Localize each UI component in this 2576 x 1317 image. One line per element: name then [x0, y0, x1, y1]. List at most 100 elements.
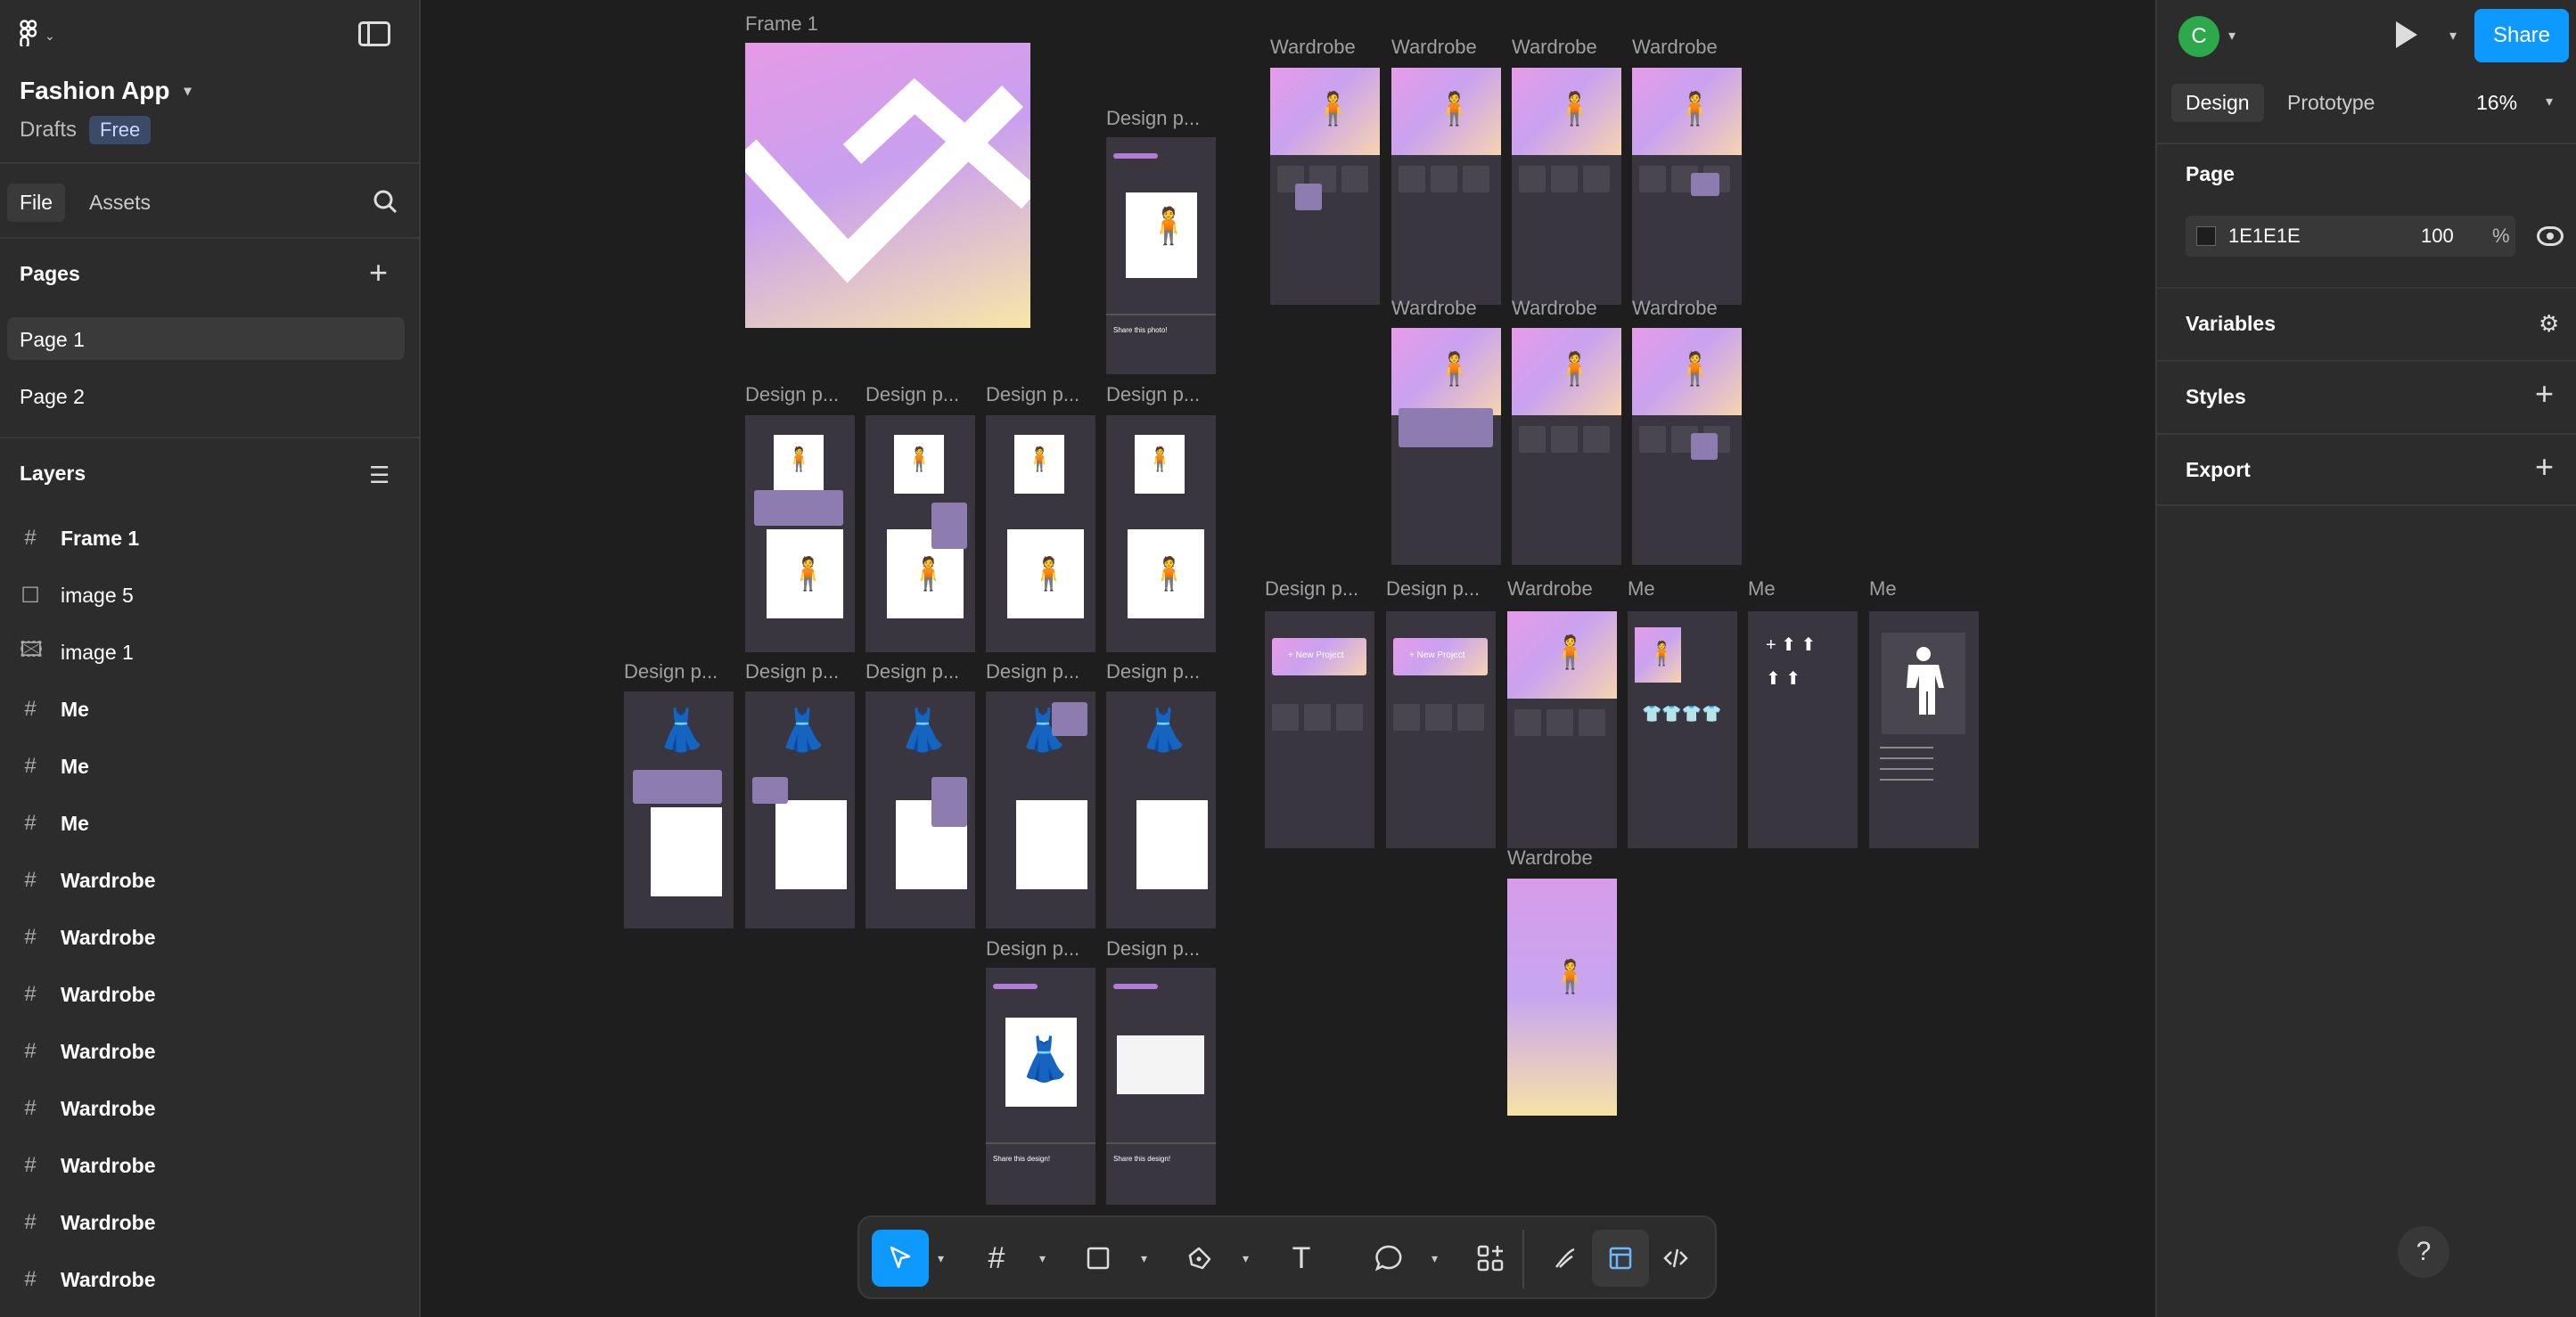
frame-label[interactable]: Frame 1: [745, 12, 818, 36]
add-page-icon[interactable]: +: [369, 257, 388, 289]
wardrobe-frame[interactable]: 🧍: [1507, 611, 1617, 848]
tab-assets[interactable]: Assets: [77, 184, 163, 222]
frame-label[interactable]: Wardrobe: [1507, 577, 1593, 601]
layer-item[interactable]: ☐ image 5: [20, 577, 134, 613]
frame-label[interactable]: Design p...: [1106, 660, 1200, 683]
tab-design[interactable]: Design: [2171, 84, 2264, 122]
design-frame[interactable]: 🧍 Share this photo!: [1106, 137, 1216, 374]
projects-frame[interactable]: + New Project: [1386, 611, 1496, 848]
avatar[interactable]: C: [2178, 16, 2219, 57]
frame-label[interactable]: Design p...: [745, 660, 839, 683]
frame-label[interactable]: Wardrobe: [1512, 297, 1597, 320]
layer-item[interactable]: # Wardrobe: [20, 1148, 155, 1183]
pen-tool-icon[interactable]: [1171, 1230, 1228, 1287]
dev-mode-icon[interactable]: [1647, 1230, 1704, 1287]
frame-label[interactable]: Design p...: [624, 660, 718, 683]
chevron-down-icon[interactable]: ▾: [1432, 1251, 1438, 1266]
design-frame[interactable]: 🧍 🧍: [866, 415, 975, 652]
design-frame[interactable]: Share this design!: [1106, 968, 1216, 1205]
frame-label[interactable]: Me: [1748, 577, 1776, 601]
add-style-icon[interactable]: +: [2535, 378, 2554, 410]
sidebar-toggle-icon[interactable]: [358, 21, 390, 46]
present-play-icon[interactable]: [2396, 21, 2417, 48]
layer-item[interactable]: # Wardrobe: [20, 977, 155, 1012]
frame-label[interactable]: Design p...: [866, 660, 959, 683]
me-frame[interactable]: + ⬆ ⬆ ⬆ ⬆: [1748, 611, 1858, 848]
layer-item[interactable]: 🖾 image 1: [20, 634, 134, 670]
draw-mode-icon[interactable]: [1537, 1230, 1594, 1287]
search-icon[interactable]: [373, 189, 398, 218]
layer-item[interactable]: # Frame 1: [20, 520, 139, 556]
frame-label[interactable]: Wardrobe: [1391, 297, 1477, 320]
file-name[interactable]: Fashion App ▾: [20, 77, 192, 105]
page-item-1[interactable]: Page 1: [7, 317, 405, 360]
frame-label[interactable]: Design p...: [1106, 107, 1200, 130]
page-background-field[interactable]: 1E1E1E 100 %: [2186, 216, 2515, 257]
actions-tool-icon[interactable]: [1462, 1230, 1519, 1287]
layer-item[interactable]: # Wardrobe: [20, 1205, 155, 1240]
wardrobe-frame[interactable]: 🧍: [1391, 328, 1501, 565]
design-frame[interactable]: 👗: [986, 691, 1095, 928]
move-tool-icon[interactable]: [872, 1230, 929, 1287]
frame-label[interactable]: Me: [1628, 577, 1655, 601]
tab-file[interactable]: File: [7, 184, 66, 222]
design-frame[interactable]: 👗: [866, 691, 975, 928]
frame-label[interactable]: Wardrobe: [1632, 36, 1718, 59]
bg-hex-input[interactable]: 1E1E1E: [2228, 225, 2301, 248]
layer-item[interactable]: # Me: [20, 806, 89, 841]
styles-header[interactable]: Styles: [2186, 385, 2246, 409]
frame-label[interactable]: Wardrobe: [1632, 297, 1718, 320]
wardrobe-frame[interactable]: 🧍: [1632, 68, 1742, 305]
projects-frame[interactable]: + New Project: [1265, 611, 1374, 848]
layers-list-icon[interactable]: ☰: [369, 462, 390, 489]
me-frame[interactable]: [1869, 611, 1979, 848]
chevron-down-icon[interactable]: ▾: [2546, 93, 2553, 110]
frame-label[interactable]: Design p...: [866, 383, 959, 406]
bg-opacity-input[interactable]: 100: [2421, 225, 2454, 248]
layer-item[interactable]: # Wardrobe: [20, 920, 155, 955]
design-frame[interactable]: 👗: [1106, 691, 1216, 928]
layer-item[interactable]: # Me: [20, 748, 89, 784]
color-swatch[interactable]: [2196, 226, 2216, 246]
frame-label[interactable]: Design p...: [986, 660, 1079, 683]
layer-item[interactable]: # Wardrobe: [20, 1091, 155, 1126]
design-frame[interactable]: 👗: [624, 691, 734, 928]
add-export-icon[interactable]: +: [2535, 451, 2554, 483]
variables-settings-icon[interactable]: ⚙: [2539, 310, 2559, 338]
rectangle-tool-icon[interactable]: [1070, 1230, 1127, 1287]
design-mode-icon[interactable]: [1592, 1230, 1649, 1287]
frame-label[interactable]: Design p...: [1106, 383, 1200, 406]
export-header[interactable]: Export: [2186, 458, 2251, 482]
layer-item[interactable]: # Wardrobe: [20, 1262, 155, 1297]
chevron-down-icon[interactable]: ▾: [1141, 1251, 1147, 1266]
me-frame[interactable]: 🧍 👕👕👕👕: [1628, 611, 1737, 848]
wardrobe-frame[interactable]: 🧍: [1512, 68, 1621, 305]
chevron-down-icon[interactable]: ▾: [1039, 1251, 1046, 1266]
zoom-level[interactable]: 16%: [2476, 91, 2517, 115]
frame-label[interactable]: Design p...: [745, 383, 839, 406]
frame-label[interactable]: Wardrobe: [1512, 36, 1597, 59]
wardrobe-frame[interactable]: 🧍: [1632, 328, 1742, 565]
layer-item[interactable]: # Wardrobe: [20, 863, 155, 898]
figma-menu-button[interactable]: ⌄: [20, 20, 55, 53]
frame-label[interactable]: Design p...: [986, 937, 1079, 961]
chevron-down-icon[interactable]: ▾: [1243, 1251, 1249, 1266]
page-item-2[interactable]: Page 2: [7, 374, 405, 417]
design-frame[interactable]: 🧍 🧍: [1106, 415, 1216, 652]
design-frame[interactable]: 👗: [745, 691, 855, 928]
help-button[interactable]: ?: [2398, 1226, 2449, 1278]
variables-header[interactable]: Variables: [2186, 312, 2276, 336]
frame-label[interactable]: Wardrobe: [1391, 36, 1477, 59]
comment-tool-icon[interactable]: [1360, 1230, 1417, 1287]
frame-label[interactable]: Design p...: [1386, 577, 1480, 601]
wardrobe-frame[interactable]: 🧍: [1512, 328, 1621, 565]
frame-1[interactable]: [734, 43, 1039, 328]
frame-label[interactable]: Wardrobe: [1270, 36, 1356, 59]
frame-label[interactable]: Design p...: [1106, 937, 1200, 961]
layer-item[interactable]: # Wardrobe: [20, 1034, 155, 1069]
frame-tool-icon[interactable]: #: [968, 1230, 1025, 1287]
design-frame[interactable]: 🧍 🧍: [745, 415, 855, 652]
chevron-down-icon[interactable]: ▾: [938, 1251, 944, 1266]
design-frame[interactable]: 🧍 🧍: [986, 415, 1095, 652]
wardrobe-frame[interactable]: 🧍: [1270, 68, 1380, 305]
